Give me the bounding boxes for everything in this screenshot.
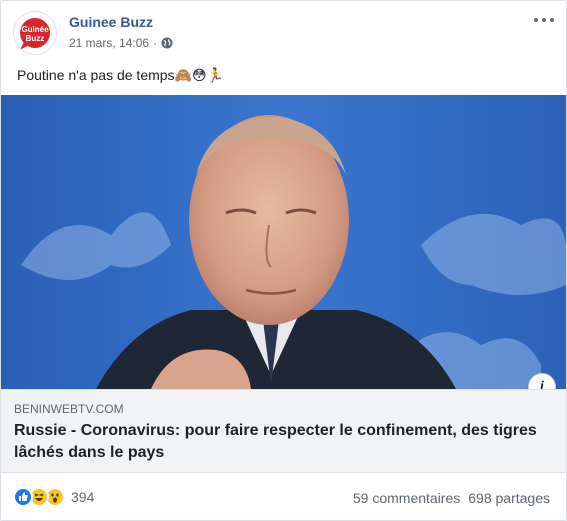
reaction-count: 394 bbox=[71, 489, 95, 505]
svg-text:Buzz: Buzz bbox=[26, 34, 45, 43]
post-meta: 21 mars, 14:06 · bbox=[69, 36, 173, 50]
like-icon bbox=[13, 487, 33, 507]
facebook-post: Guinée Buzz Guinee Buzz 21 mars, 14:06 ·… bbox=[0, 0, 567, 521]
page-avatar[interactable]: Guinée Buzz bbox=[13, 11, 57, 55]
globe-icon[interactable] bbox=[161, 37, 173, 49]
dot bbox=[550, 18, 554, 22]
shares-count-link[interactable]: 698 partages bbox=[468, 490, 550, 506]
dot bbox=[534, 18, 538, 22]
guinee-buzz-logo: Guinée Buzz bbox=[15, 13, 56, 54]
link-preview-card[interactable]: BENINWEBTV.COM Russie - Coronavirus: pou… bbox=[1, 389, 566, 473]
page-name-link[interactable]: Guinee Buzz bbox=[69, 14, 153, 30]
meta-separator: · bbox=[153, 36, 158, 50]
link-preview-image[interactable] bbox=[1, 95, 566, 389]
link-domain: BENINWEBTV.COM bbox=[14, 402, 124, 416]
link-title[interactable]: Russie - Coronavirus: pour faire respect… bbox=[14, 420, 554, 464]
post-header: Guinée Buzz Guinee Buzz 21 mars, 14:06 · bbox=[13, 11, 554, 59]
post-timestamp[interactable]: 21 mars, 14:06 bbox=[69, 36, 149, 50]
comments-count-link[interactable]: 59 commentaires bbox=[353, 490, 460, 506]
post-footer: 394 59 commentaires 698 partages bbox=[13, 485, 554, 513]
svg-text:Guinée: Guinée bbox=[21, 25, 49, 34]
more-options-button[interactable] bbox=[534, 13, 554, 27]
reactions-summary[interactable]: 394 bbox=[13, 487, 94, 507]
post-text: Poutine n'a pas de temps🙈😳🏃 bbox=[17, 67, 225, 83]
dot bbox=[542, 18, 546, 22]
engagement-stats: 59 commentaires 698 partages bbox=[353, 490, 550, 506]
